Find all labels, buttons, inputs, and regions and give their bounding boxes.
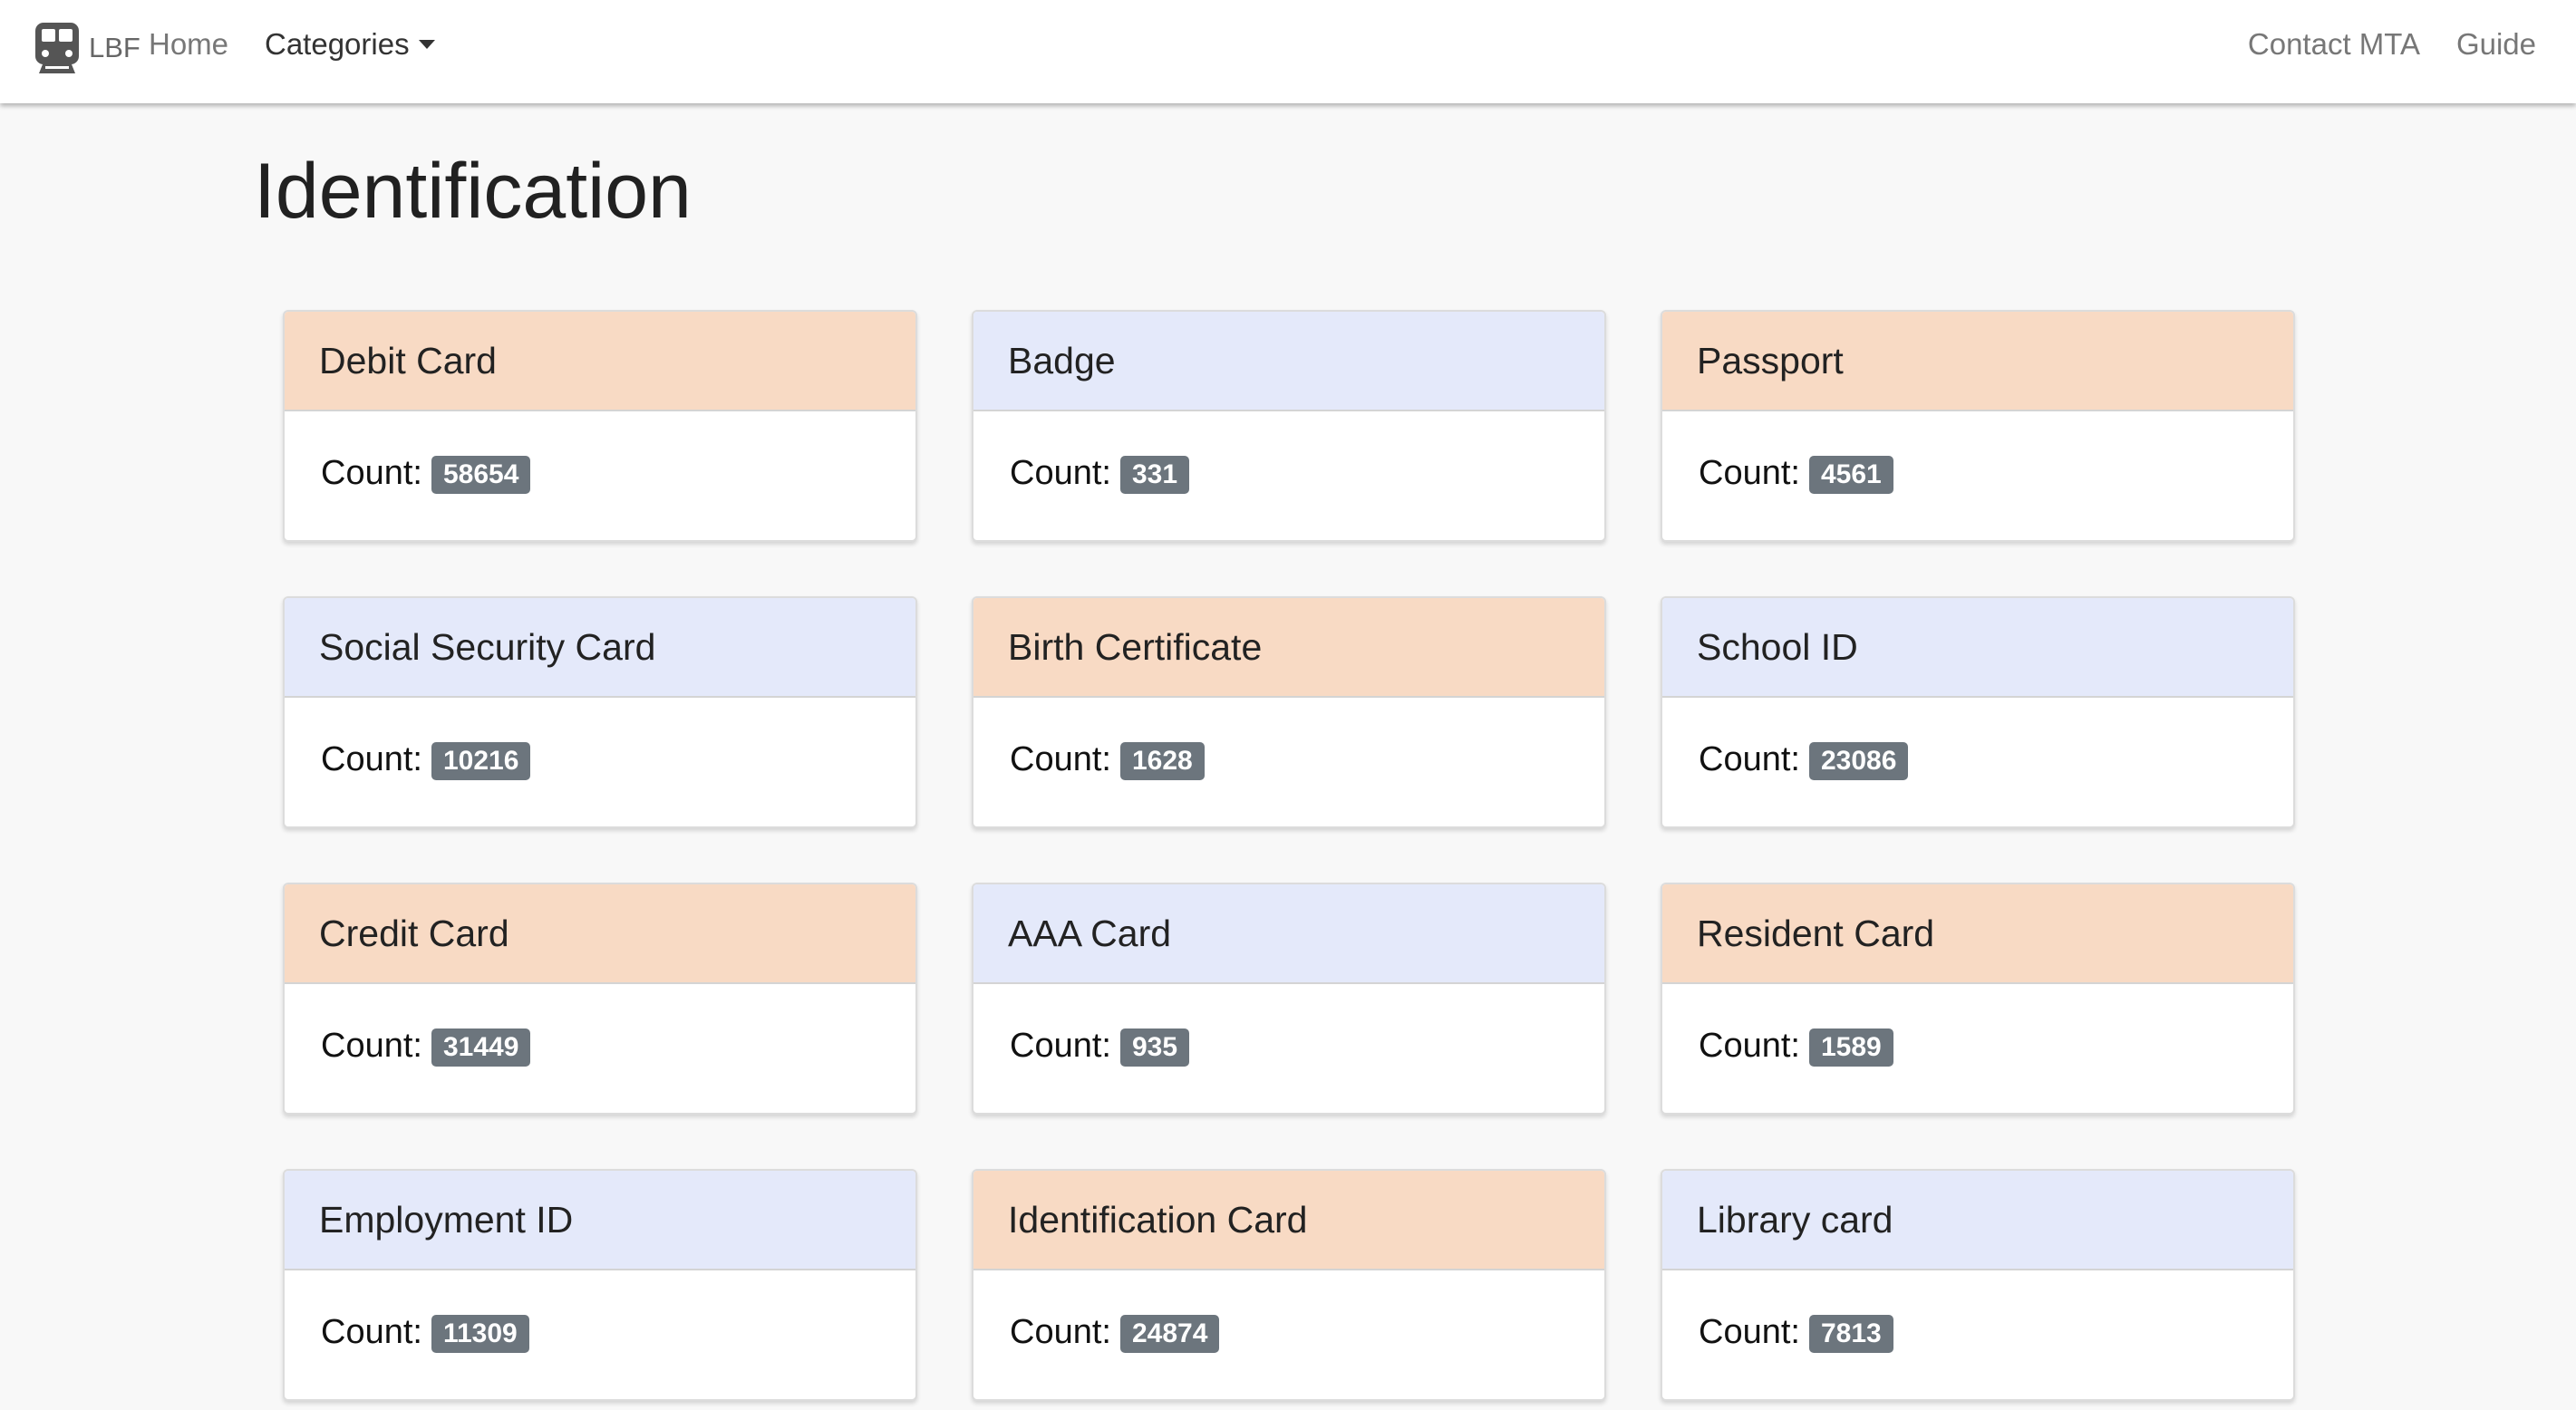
card-body: Count: 1628 — [973, 698, 1604, 826]
count-badge: 935 — [1119, 1029, 1190, 1067]
category-card[interactable]: Birth Certificate Count: 1628 — [972, 596, 1606, 828]
card-body: Count: 4561 — [1662, 411, 2293, 540]
card-title: Social Security Card — [319, 625, 656, 668]
count-badge: 4561 — [1808, 456, 1893, 494]
count-badge: 1589 — [1808, 1029, 1893, 1067]
count-label: Count: — [1010, 453, 1111, 492]
card-body: Count: 7813 — [1662, 1270, 2293, 1399]
count-label: Count: — [321, 1026, 422, 1065]
card-title: Birth Certificate — [1008, 625, 1263, 668]
card-body: Count: 58654 — [285, 411, 915, 540]
category-card[interactable]: AAA Card Count: 935 — [972, 883, 1606, 1115]
category-card-grid: Debit Card Count: 58654 Badge Count: 331 P… — [283, 310, 2295, 1401]
count-label: Count: — [1699, 1312, 1800, 1351]
category-card[interactable]: Passport Count: 4561 — [1661, 310, 2295, 542]
card-header: Birth Certificate — [973, 598, 1604, 698]
count-badge: 7813 — [1808, 1315, 1893, 1353]
count-badge: 58654 — [431, 456, 531, 494]
nav-categories-label: Categories — [265, 27, 410, 61]
card-body: Count: 331 — [973, 411, 1604, 540]
card-body: Count: 935 — [973, 984, 1604, 1113]
card-header: School ID — [1662, 598, 2293, 698]
card-body: Count: 23086 — [1662, 698, 2293, 826]
card-header: Social Security Card — [285, 598, 915, 698]
category-card[interactable]: Library card Count: 7813 — [1661, 1169, 2295, 1401]
brand-text: LBF — [89, 32, 140, 63]
card-title: Identification Card — [1008, 1198, 1308, 1241]
card-header: Passport — [1662, 312, 2293, 411]
count-label: Count: — [321, 1312, 422, 1351]
nav-categories-dropdown[interactable]: Categories — [265, 27, 435, 62]
card-header: Employment ID — [285, 1171, 915, 1270]
card-header: Debit Card — [285, 312, 915, 411]
category-card[interactable]: Social Security Card Count: 10216 — [283, 596, 917, 828]
count-label: Count: — [1010, 1312, 1111, 1351]
count-label: Count: — [1010, 739, 1111, 778]
nav-home-link[interactable]: Home — [149, 27, 228, 62]
card-body: Count: 1589 — [1662, 984, 2293, 1113]
card-title: Employment ID — [319, 1198, 574, 1241]
top-navbar: LBF Home Categories Contact MTA Guide — [0, 0, 2576, 103]
category-card[interactable]: Badge Count: 331 — [972, 310, 1606, 542]
nav-contact-link[interactable]: Contact MTA — [2248, 27, 2420, 62]
card-body: Count: 24874 — [973, 1270, 1604, 1399]
card-title: Passport — [1697, 339, 1844, 381]
card-title: School ID — [1697, 625, 1858, 668]
card-title: Badge — [1008, 339, 1116, 381]
card-header: Library card — [1662, 1171, 2293, 1270]
category-card[interactable]: Credit Card Count: 31449 — [283, 883, 917, 1115]
count-badge: 23086 — [1808, 742, 1909, 780]
caret-down-icon — [418, 40, 435, 49]
card-title: AAA Card — [1008, 912, 1172, 954]
count-label: Count: — [1699, 739, 1800, 778]
category-card[interactable]: Resident Card Count: 1589 — [1661, 883, 2295, 1115]
card-header: Resident Card — [1662, 884, 2293, 984]
card-header: Credit Card — [285, 884, 915, 984]
category-card[interactable]: Identification Card Count: 24874 — [972, 1169, 1606, 1401]
count-badge: 11309 — [431, 1315, 529, 1353]
card-title: Debit Card — [319, 339, 497, 381]
page-title: Identification — [254, 148, 692, 235]
card-title: Library card — [1697, 1198, 1893, 1241]
count-label: Count: — [1010, 1026, 1111, 1065]
count-label: Count: — [1699, 1026, 1800, 1065]
brand-link[interactable]: LBF — [34, 22, 140, 74]
card-header: Identification Card — [973, 1171, 1604, 1270]
card-body: Count: 11309 — [285, 1270, 915, 1399]
category-card[interactable]: Debit Card Count: 58654 — [283, 310, 917, 542]
count-badge: 24874 — [1119, 1315, 1220, 1353]
count-label: Count: — [1699, 453, 1800, 492]
count-badge: 10216 — [431, 742, 531, 780]
card-header: AAA Card — [973, 884, 1604, 984]
card-header: Badge — [973, 312, 1604, 411]
count-label: Count: — [321, 739, 422, 778]
count-badge: 331 — [1119, 456, 1190, 494]
card-body: Count: 31449 — [285, 984, 915, 1113]
count-label: Count: — [321, 453, 422, 492]
count-badge: 31449 — [431, 1029, 531, 1067]
card-body: Count: 10216 — [285, 698, 915, 826]
nav-guide-link[interactable]: Guide — [2456, 27, 2536, 62]
train-icon — [35, 23, 79, 73]
card-title: Resident Card — [1697, 912, 1935, 954]
category-card[interactable]: School ID Count: 23086 — [1661, 596, 2295, 828]
count-badge: 1628 — [1119, 742, 1205, 780]
card-title: Credit Card — [319, 912, 509, 954]
category-card[interactable]: Employment ID Count: 11309 — [283, 1169, 917, 1401]
